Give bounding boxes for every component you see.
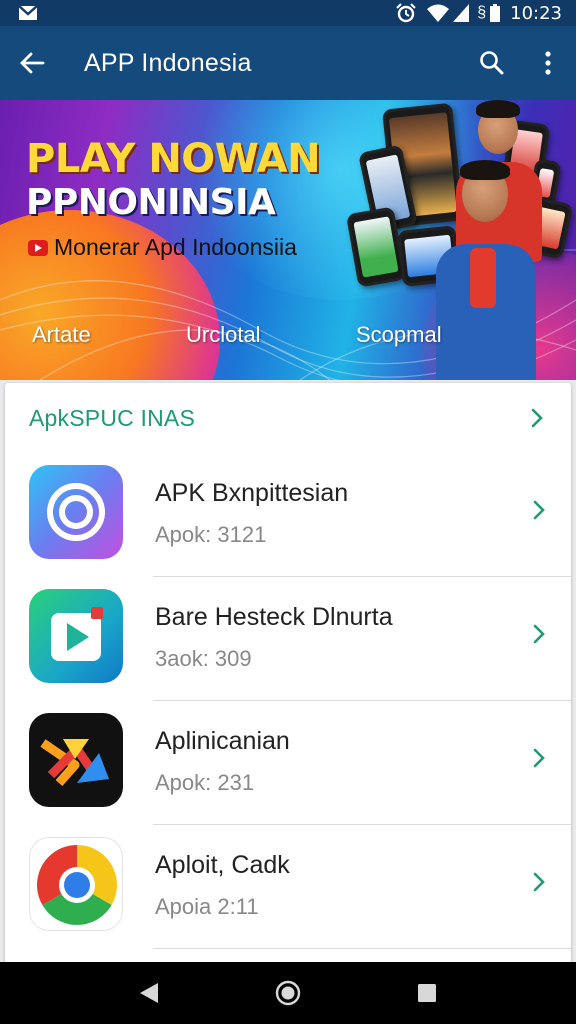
app-subtitle: Apok: 231 <box>155 770 255 795</box>
nav-back-button[interactable] <box>119 962 179 1024</box>
gmail-icon <box>18 4 38 22</box>
chevron-right-icon <box>527 622 551 646</box>
search-icon <box>480 51 504 75</box>
chevron-right-icon <box>527 746 551 770</box>
app-name: APK Bxnpittesian <box>155 479 349 507</box>
youtube-icon <box>28 239 48 256</box>
chevron-right-icon <box>525 406 549 430</box>
wifi-icon <box>427 4 450 22</box>
star-logo-icon <box>40 739 109 786</box>
section-title: ApkSPUC INAS <box>29 404 196 431</box>
chevron-right-icon <box>527 870 551 894</box>
app-icon <box>29 589 123 683</box>
battery-icon <box>490 4 501 22</box>
banner-headline: PLAY NOWAN <box>26 136 321 182</box>
banner-tag: Artate <box>32 322 91 347</box>
more-options-button[interactable] <box>520 26 576 100</box>
person-illustration <box>430 158 550 380</box>
apps-card: ApkSPUC INAS APK Bxnpittesian Apok: 3121 <box>5 383 571 963</box>
list-item[interactable]: APK Bxnpittesian Apok: 3121 <box>5 453 571 577</box>
status-bar: § 10:23 <box>0 0 576 26</box>
divider <box>153 948 571 949</box>
home-circle-icon <box>275 980 301 1006</box>
chevron-right-icon <box>527 498 551 522</box>
app-name: Aplinicanian <box>155 727 290 755</box>
app-subtitle: Apok: 3121 <box>155 522 267 547</box>
alarm-icon <box>395 3 417 23</box>
back-triangle-icon <box>140 983 159 1003</box>
back-arrow-icon <box>20 52 45 74</box>
signal-icon <box>453 4 470 22</box>
promo-banner[interactable]: PLAY NOWAN PPNONINSIA Monerar Apd Indoon… <box>0 100 576 380</box>
banner-subtitle: Monerar Apd Indoonsiia <box>28 234 297 261</box>
banner-headline-2: PPNONINSIA <box>26 182 276 223</box>
navigation-bar <box>0 962 576 1024</box>
more-vert-icon <box>545 51 551 75</box>
list-item[interactable]: Bare Hesteck Dlnurta 3aok: 309 <box>5 577 571 701</box>
nav-home-button[interactable] <box>258 962 318 1024</box>
app-subtitle: 3aok: 309 <box>155 646 252 671</box>
banner-tag: Urclotal <box>186 322 261 347</box>
back-button[interactable] <box>2 26 62 100</box>
list-item[interactable]: Aploit, Cadk Apoia 2:11 <box>5 825 571 949</box>
nav-recents-button[interactable] <box>397 962 457 1024</box>
banner-subtitle-text: Monerar Apd Indoonsiia <box>54 234 297 260</box>
target-icon <box>47 483 105 541</box>
app-name: Aploit, Cadk <box>155 851 290 879</box>
recents-square-icon <box>417 984 436 1002</box>
app-name: Bare Hesteck Dlnurta <box>155 603 393 631</box>
app-icon <box>29 465 123 559</box>
app-icon <box>29 837 123 931</box>
search-button[interactable] <box>464 26 520 100</box>
play-icon <box>51 607 103 661</box>
section-header[interactable]: ApkSPUC INAS <box>5 383 571 453</box>
app-bar: APP Indonesia <box>0 26 576 100</box>
app-icon <box>29 713 123 807</box>
banner-tag: Scopmal <box>356 322 442 347</box>
page-title: APP Indonesia <box>84 48 252 77</box>
chrome-icon <box>37 845 117 925</box>
list-item[interactable]: Aplinicanian Apok: 231 <box>5 701 571 825</box>
data-icon: § <box>477 4 487 21</box>
status-time: 10:23 <box>510 2 562 24</box>
app-subtitle: Apoia 2:11 <box>155 894 259 919</box>
